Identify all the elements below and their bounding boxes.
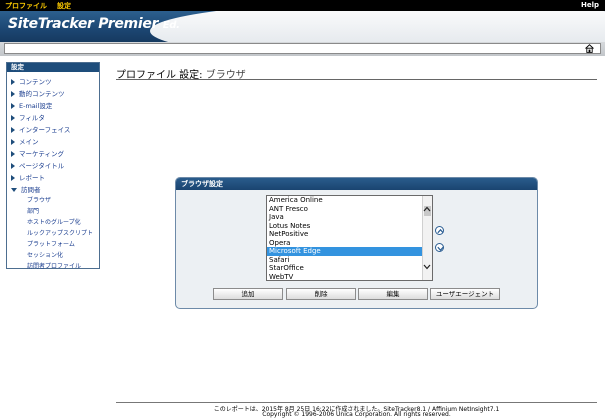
list-item[interactable]: ANT Fresco: [267, 205, 432, 214]
top-menu-bar: プロファイル 設定 Help: [0, 0, 605, 11]
triangle-right-icon: [11, 175, 15, 181]
arrow-down-icon: [437, 246, 444, 252]
triangle-right-icon: [11, 79, 15, 85]
move-down-button[interactable]: [435, 243, 444, 252]
sidebar-item-page-title[interactable]: ページタイトル: [11, 160, 64, 170]
arrow-up-icon: [437, 228, 444, 234]
browser-listbox[interactable]: America Online ANT Fresco Java Lotus Not…: [266, 195, 433, 281]
triangle-right-icon: [11, 115, 15, 121]
sidebar-subitem-platform[interactable]: プラットフォーム: [27, 239, 75, 248]
toolbar-field: [4, 43, 601, 54]
list-item[interactable]: StarOffice: [267, 264, 432, 273]
sidebar-item-visitor[interactable]: 訪問者: [11, 184, 41, 194]
triangle-right-icon: [11, 91, 15, 97]
list-item[interactable]: NetPositive: [267, 230, 432, 239]
triangle-right-icon: [11, 163, 15, 169]
scroll-down-icon[interactable]: [423, 264, 431, 270]
triangle-right-icon: [11, 151, 15, 157]
add-button[interactable]: 追加: [213, 288, 283, 300]
title-divider: [116, 79, 597, 80]
move-up-button[interactable]: [435, 226, 444, 235]
edit-button[interactable]: 編集: [358, 288, 428, 300]
sidebar-item-email[interactable]: E-mail設定: [11, 100, 52, 110]
delete-button[interactable]: 削除: [286, 288, 356, 300]
sidebar-subitem-visitor-profile[interactable]: 訪問者プロファイル: [27, 261, 81, 270]
list-item[interactable]: Safari: [267, 256, 432, 265]
menu-profile[interactable]: プロファイル: [5, 1, 47, 11]
logo-main: SiteTracker Premier: [8, 16, 159, 32]
sidebar-subitem-department[interactable]: 部門: [27, 206, 39, 215]
sidebar-subitem-host-grouping[interactable]: ホストのグループ化: [27, 217, 81, 226]
sidebar-item-main[interactable]: メイン: [11, 136, 39, 146]
list-item[interactable]: Java: [267, 213, 432, 222]
sidebar-item-report[interactable]: レポート: [11, 172, 45, 182]
triangle-right-icon: [11, 103, 15, 109]
panel-header: ブラウザ設定: [176, 178, 537, 190]
sidebar-item-contents[interactable]: コンテンツ: [11, 76, 52, 86]
sidebar-subitem-browser[interactable]: ブラウザ: [27, 195, 51, 204]
banner-swoosh: [150, 11, 605, 42]
sidebar-item-dynamic-contents[interactable]: 動的コンテンツ: [11, 88, 65, 98]
list-item[interactable]: America Online: [267, 196, 432, 205]
menu-settings[interactable]: 設定: [57, 1, 71, 11]
sidebar-item-interface[interactable]: インターフェイス: [11, 124, 70, 134]
footer-copyright: Copyright © 1996-2006 Unica Corporation.…: [262, 411, 451, 418]
list-item-selected[interactable]: Microsoft Edge: [267, 247, 432, 256]
sidebar-subitem-sessionization[interactable]: セッション化: [27, 250, 63, 259]
triangle-right-icon: [11, 139, 15, 145]
list-item[interactable]: Opera: [267, 239, 432, 248]
sidebar-subitem-lookup-script[interactable]: ルックアップスクリプト: [27, 228, 93, 237]
triangle-down-icon: [11, 188, 17, 192]
app-banner: SiteTracker Premier Ed.: [0, 11, 605, 42]
footer-divider: [116, 402, 597, 403]
sidebar-item-marketing[interactable]: マーケティング: [11, 148, 64, 158]
triangle-right-icon: [11, 127, 15, 133]
scroll-up-icon[interactable]: [423, 206, 431, 212]
list-item[interactable]: WebTV: [267, 273, 432, 281]
sidebar-item-filter[interactable]: フィルタ: [11, 112, 45, 122]
list-item[interactable]: Lotus Notes: [267, 222, 432, 231]
menu-help[interactable]: Help: [581, 1, 599, 9]
home-icon[interactable]: [585, 44, 594, 53]
logo-edition: Ed.: [162, 20, 180, 31]
user-agent-button[interactable]: ユーザエージェント: [430, 288, 500, 300]
sidebar-header: 設定: [7, 63, 99, 72]
app-logo: SiteTracker Premier Ed.: [8, 16, 180, 32]
